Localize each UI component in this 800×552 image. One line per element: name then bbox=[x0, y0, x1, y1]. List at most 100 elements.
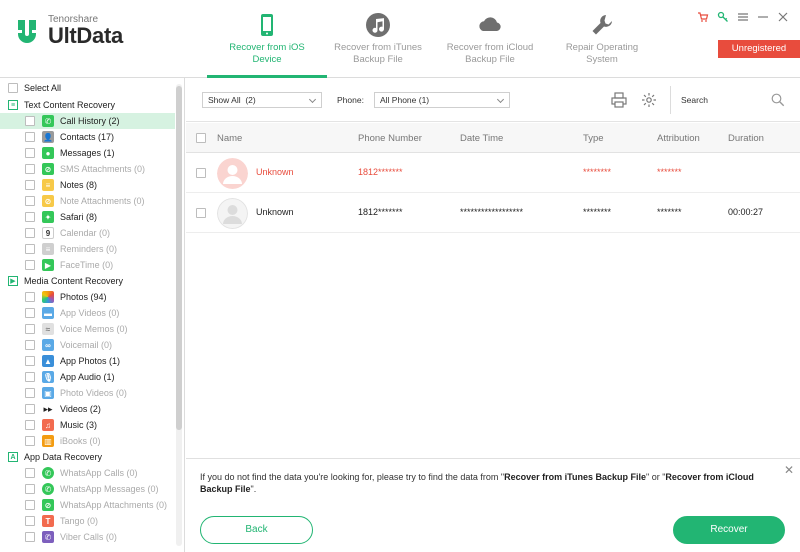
select-all-row[interactable]: Select All bbox=[0, 80, 175, 96]
column-phone-number[interactable]: Phone Number bbox=[358, 133, 422, 144]
item-checkbox[interactable] bbox=[25, 164, 35, 174]
message-icon: ● bbox=[42, 147, 54, 159]
sidebar-item-tango[interactable]: T Tango (0) bbox=[0, 513, 175, 529]
category-media-content[interactable]: ▶ Media Content Recovery bbox=[0, 273, 175, 289]
cart-icon[interactable] bbox=[696, 10, 710, 24]
column-type[interactable]: Type bbox=[583, 133, 604, 144]
sidebar-scrollbar-thumb[interactable] bbox=[176, 86, 182, 430]
table-row[interactable]: Unknown 1812******* ****************** *… bbox=[186, 193, 800, 233]
tab-repair-operating-system[interactable]: Repair Operating System bbox=[542, 0, 662, 77]
sidebar-item-whatsapp-attachments[interactable]: ⊘ WhatsApp Attachments (0) bbox=[0, 497, 175, 513]
sidebar-item-voicemail[interactable]: ∞ Voicemail (0) bbox=[0, 337, 175, 353]
row-checkbox[interactable] bbox=[196, 168, 206, 178]
sidebar-item-calendar[interactable]: 9 Calendar (0) bbox=[0, 225, 175, 241]
cell-type: ******** bbox=[583, 207, 612, 217]
sidebar-item-photos[interactable]: Photos (94) bbox=[0, 289, 175, 305]
category-text-content[interactable]: ≡ Text Content Recovery bbox=[0, 97, 175, 113]
phone-filter-label: Phone: bbox=[337, 95, 364, 105]
unregistered-badge[interactable]: Unregistered bbox=[718, 40, 800, 58]
close-icon[interactable]: ✕ bbox=[784, 463, 794, 477]
gear-icon[interactable] bbox=[641, 92, 657, 110]
column-date-time[interactable]: Date Time bbox=[460, 133, 503, 144]
sidebar-item-sms-attachments[interactable]: ⊘ SMS Attachments (0) bbox=[0, 161, 175, 177]
itunes-backup-link[interactable]: Recover from iTunes Backup File bbox=[504, 472, 646, 482]
sidebar-item-ibooks[interactable]: ▥ iBooks (0) bbox=[0, 433, 175, 449]
sidebar-item-label: Safari (8) bbox=[60, 212, 98, 222]
tab-recover-ios-device[interactable]: Recover from iOS Device bbox=[207, 0, 327, 78]
item-checkbox[interactable] bbox=[25, 404, 35, 414]
sidebar-item-note-attachments[interactable]: ⊘ Note Attachments (0) bbox=[0, 193, 175, 209]
item-checkbox[interactable] bbox=[25, 532, 35, 542]
sidebar-item-notes[interactable]: ≡ Notes (8) bbox=[0, 177, 175, 193]
viber-icon: ✆ bbox=[42, 531, 54, 543]
item-checkbox[interactable] bbox=[25, 436, 35, 446]
item-checkbox[interactable] bbox=[25, 324, 35, 334]
select-all-checkbox[interactable] bbox=[8, 83, 18, 93]
music-icon: ♫ bbox=[42, 419, 54, 431]
sidebar-item-whatsapp-calls[interactable]: ✆ WhatsApp Calls (0) bbox=[0, 465, 175, 481]
item-checkbox[interactable] bbox=[25, 500, 35, 510]
back-button[interactable]: Back bbox=[200, 516, 313, 544]
key-icon[interactable] bbox=[716, 10, 730, 24]
item-checkbox[interactable] bbox=[25, 212, 35, 222]
music-icon bbox=[366, 13, 390, 37]
search-input[interactable] bbox=[676, 88, 786, 112]
item-checkbox[interactable] bbox=[25, 420, 35, 430]
tab-recover-icloud-backup[interactable]: Recover from iCloud Backup File bbox=[430, 0, 550, 77]
sidebar-item-photo-videos[interactable]: ▣ Photo Videos (0) bbox=[0, 385, 175, 401]
item-checkbox[interactable] bbox=[25, 196, 35, 206]
item-checkbox[interactable] bbox=[25, 388, 35, 398]
item-checkbox[interactable] bbox=[25, 260, 35, 270]
menu-icon[interactable] bbox=[736, 10, 750, 24]
sidebar-item-app-photos[interactable]: ▲ App Photos (1) bbox=[0, 353, 175, 369]
search-icon[interactable] bbox=[771, 93, 785, 109]
column-attribution[interactable]: Attribution bbox=[657, 133, 700, 144]
sidebar-item-call-history[interactable]: ✆ Call History (2) bbox=[0, 113, 175, 129]
item-checkbox[interactable] bbox=[25, 244, 35, 254]
table-row[interactable]: Unknown 1812******* ******** ******* bbox=[186, 153, 800, 193]
sidebar-item-whatsapp-messages[interactable]: ✆ WhatsApp Messages (0) bbox=[0, 481, 175, 497]
sidebar-item-messages[interactable]: ● Messages (1) bbox=[0, 145, 175, 161]
sidebar-item-contacts[interactable]: 👤 Contacts (17) bbox=[0, 129, 175, 145]
item-checkbox[interactable] bbox=[25, 132, 35, 142]
item-checkbox[interactable] bbox=[25, 228, 35, 238]
item-checkbox[interactable] bbox=[25, 180, 35, 190]
item-checkbox[interactable] bbox=[25, 372, 35, 382]
filter-dropdown[interactable]: Show All (2) bbox=[202, 92, 322, 108]
sidebar-item-label: WhatsApp Messages (0) bbox=[60, 484, 159, 494]
sidebar-item-app-videos[interactable]: ▬ App Videos (0) bbox=[0, 305, 175, 321]
item-checkbox[interactable] bbox=[25, 468, 35, 478]
tab-label-line1: Repair Operating bbox=[565, 42, 639, 53]
column-duration[interactable]: Duration bbox=[728, 133, 764, 144]
close-icon[interactable] bbox=[776, 10, 790, 24]
row-checkbox[interactable] bbox=[196, 208, 206, 218]
whatsapp-icon: ✆ bbox=[42, 467, 54, 479]
minimize-icon[interactable] bbox=[756, 10, 770, 24]
tab-label-line2: Device bbox=[252, 54, 282, 65]
notes-icon: ≡ bbox=[42, 179, 54, 191]
item-checkbox[interactable] bbox=[25, 292, 35, 302]
item-checkbox[interactable] bbox=[25, 148, 35, 158]
cell-phone-number: 1812******* bbox=[358, 167, 403, 177]
sidebar-item-safari[interactable]: ✦ Safari (8) bbox=[0, 209, 175, 225]
item-checkbox[interactable] bbox=[25, 484, 35, 494]
item-checkbox[interactable] bbox=[25, 116, 35, 126]
recover-button[interactable]: Recover bbox=[673, 516, 785, 544]
sidebar-item-music[interactable]: ♫ Music (3) bbox=[0, 417, 175, 433]
item-checkbox[interactable] bbox=[25, 516, 35, 526]
sidebar-item-app-audio[interactable]: 🎙 App Audio (1) bbox=[0, 369, 175, 385]
sidebar-item-viber-calls[interactable]: ✆ Viber Calls (0) bbox=[0, 529, 175, 545]
sidebar-item-videos[interactable]: ▸▸ Videos (2) bbox=[0, 401, 175, 417]
sidebar-item-facetime[interactable]: ▶ FaceTime (0) bbox=[0, 257, 175, 273]
sidebar-item-reminders[interactable]: ≡ Reminders (0) bbox=[0, 241, 175, 257]
header-select-checkbox[interactable] bbox=[196, 133, 206, 143]
category-app-data[interactable]: A App Data Recovery bbox=[0, 449, 175, 465]
item-checkbox[interactable] bbox=[25, 308, 35, 318]
tab-recover-itunes-backup[interactable]: Recover from iTunes Backup File bbox=[318, 0, 438, 77]
column-name[interactable]: Name bbox=[217, 133, 242, 144]
sidebar-item-voice-memos[interactable]: ≈ Voice Memos (0) bbox=[0, 321, 175, 337]
phone-dropdown[interactable]: All Phone (1) bbox=[374, 92, 510, 108]
item-checkbox[interactable] bbox=[25, 340, 35, 350]
print-icon[interactable] bbox=[611, 92, 627, 110]
item-checkbox[interactable] bbox=[25, 356, 35, 366]
